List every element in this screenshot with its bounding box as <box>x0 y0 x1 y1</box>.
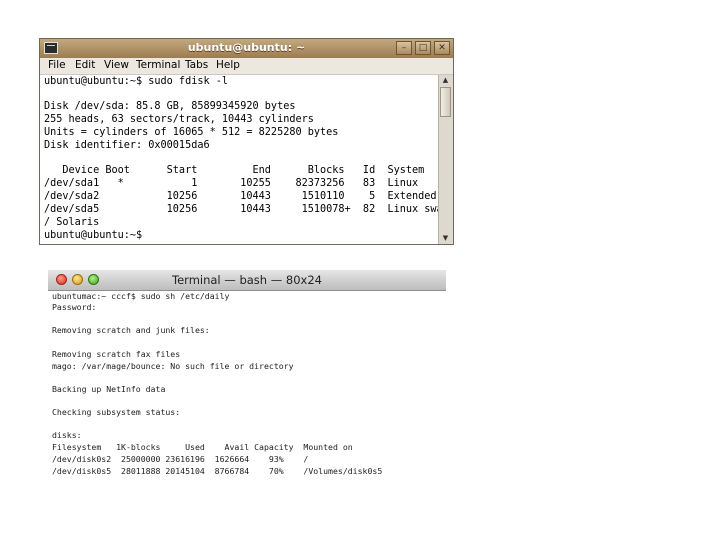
terminal-line: /dev/sda5 10256 10443 1510078+ 82 Linux … <box>44 204 449 215</box>
scrollbar-thumb[interactable] <box>440 87 451 117</box>
menu-help[interactable]: Help <box>216 59 240 71</box>
terminal-line: Filesystem 1K-blocks Used Avail Capacity… <box>52 442 353 452</box>
ubuntu-menubar: File Edit View Terminal Tabs Help <box>40 58 453 75</box>
terminal-line: 255 heads, 63 sectors/track, 10443 cylin… <box>44 114 314 125</box>
ubuntu-terminal-window: ubuntu@ubuntu: ~ – □ ✕ File Edit View Te… <box>39 38 454 245</box>
minimize-button[interactable]: – <box>396 41 412 55</box>
mac-terminal-output[interactable]: ubuntumac:~ cccf$ sudo sh /etc/daily Pas… <box>48 291 446 484</box>
mac-terminal-window: Terminal — bash — 80x24 ubuntumac:~ cccf… <box>48 270 446 484</box>
terminal-line: ubuntu@ubuntu:~$ <box>44 230 143 241</box>
terminal-line: Units = cylinders of 16065 * 512 = 82252… <box>44 127 339 138</box>
menu-terminal[interactable]: Terminal <box>136 59 180 71</box>
ubuntu-window-title: ubuntu@ubuntu: ~ <box>187 41 306 54</box>
vertical-scrollbar[interactable]: ▲ ▼ <box>438 75 453 244</box>
terminal-line: /dev/sda1 * 1 10255 82373256 83 Linux <box>44 178 419 189</box>
terminal-line: disks: <box>52 430 82 440</box>
terminal-line: Removing scratch and junk files: <box>52 325 210 335</box>
terminal-line: /dev/sda2 10256 10443 1510110 5 Extended <box>44 191 437 202</box>
ubuntu-terminal-output[interactable]: ubuntu@ubuntu:~$ sudo fdisk -l Disk /dev… <box>40 75 449 244</box>
menu-view[interactable]: View <box>104 59 129 71</box>
terminal-line: Disk identifier: 0x00015da6 <box>44 140 210 151</box>
terminal-line: /dev/disk0s5 28011888 20145104 8766784 7… <box>52 466 383 476</box>
terminal-line: /dev/disk0s2 25000000 23616196 1626664 9… <box>52 454 309 464</box>
terminal-line: Removing scratch fax files <box>52 349 181 359</box>
terminal-line: / Solaris <box>44 217 100 228</box>
scroll-down-icon[interactable]: ▼ <box>439 233 452 244</box>
menu-edit[interactable]: Edit <box>75 59 95 71</box>
terminal-line: ubuntumac:~ cccf$ sudo sh /etc/daily <box>52 291 230 301</box>
menu-tabs[interactable]: Tabs <box>185 59 208 71</box>
scroll-up-icon[interactable]: ▲ <box>439 75 452 86</box>
menu-file[interactable]: File <box>48 59 66 71</box>
terminal-line: Checking subsystem status: <box>52 407 181 417</box>
close-button[interactable]: ✕ <box>434 41 450 55</box>
terminal-line: Password: <box>52 302 97 312</box>
terminal-line: Device Boot Start End Blocks Id System <box>44 165 425 176</box>
terminal-line: Backing up NetInfo data <box>52 384 166 394</box>
maximize-button[interactable]: □ <box>415 41 431 55</box>
terminal-line: ubuntu@ubuntu:~$ sudo fdisk -l <box>44 76 229 87</box>
mac-window-title: Terminal — bash — 80x24 <box>172 273 322 287</box>
terminal-line: mago: /var/mage/bounce: No such file or … <box>52 361 294 371</box>
terminal-line: Disk /dev/sda: 85.8 GB, 85899345920 byte… <box>44 101 296 112</box>
mac-titlebar[interactable]: Terminal — bash — 80x24 <box>48 270 446 291</box>
ubuntu-titlebar[interactable]: ubuntu@ubuntu: ~ – □ ✕ <box>40 39 453 59</box>
